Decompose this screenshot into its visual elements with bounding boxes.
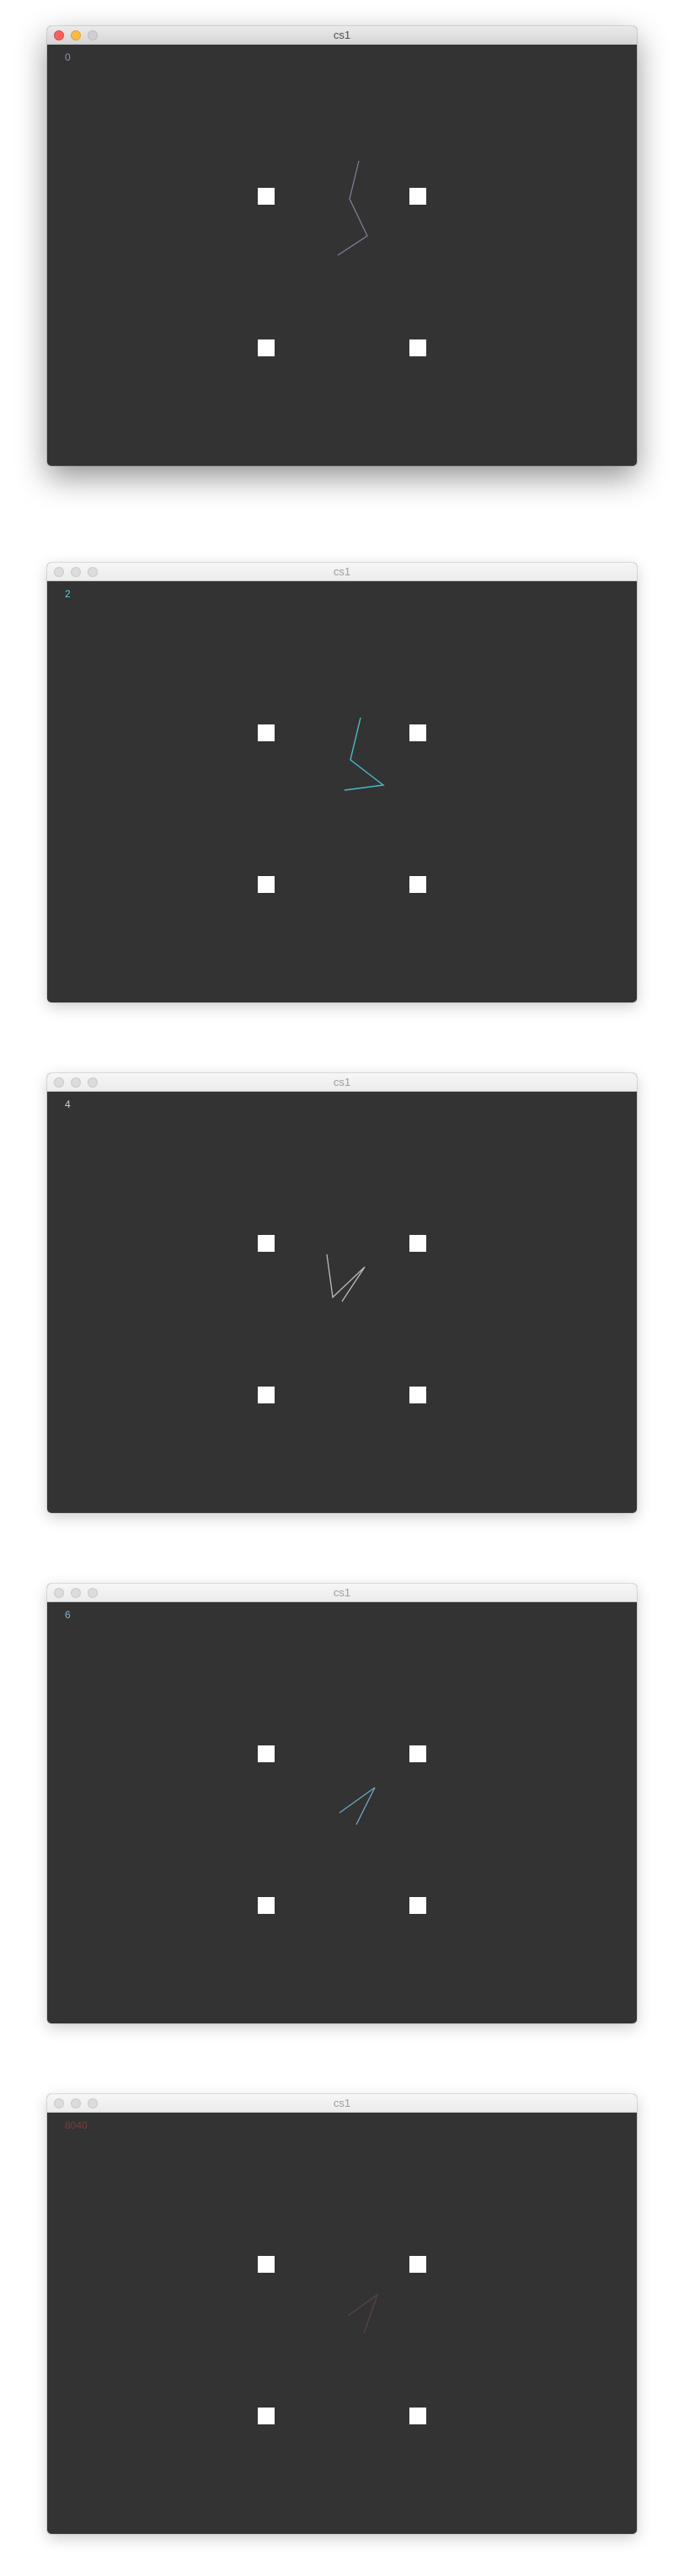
stroke-polyline	[347, 2293, 379, 2334]
stroke-drawing	[344, 717, 385, 791]
window-title: cs1	[333, 565, 351, 578]
stroke-polyline	[339, 1787, 376, 1825]
window-title: cs1	[333, 2097, 351, 2109]
drawing-canvas[interactable]: 2	[47, 581, 637, 1002]
stroke-drawing	[339, 1787, 376, 1825]
window-title: cs1	[333, 1076, 351, 1088]
app-window: cs1 8040	[47, 2094, 637, 2534]
stroke-drawing	[337, 160, 368, 256]
title-bar[interactable]: cs1	[47, 1073, 637, 1092]
drawing-canvas[interactable]: 4	[47, 1092, 637, 1513]
window-title: cs1	[333, 1586, 351, 1599]
drawing-canvas[interactable]: 8040	[47, 2113, 637, 2534]
drawing-canvas[interactable]: 6	[47, 1602, 637, 2023]
stroke-polyline	[337, 160, 368, 256]
app-window: cs1 6	[47, 1584, 637, 2023]
drawing-canvas[interactable]: 0	[47, 45, 637, 466]
title-bar[interactable]: cs1	[47, 2094, 637, 2113]
title-bar[interactable]: cs1	[47, 26, 637, 45]
stroke-polyline	[326, 1253, 366, 1302]
app-window: cs1 2	[47, 563, 637, 1002]
title-bar[interactable]: cs1	[47, 563, 637, 581]
app-window: cs1 0	[47, 26, 637, 466]
stroke-drawing	[347, 2293, 379, 2334]
stroke-drawing	[326, 1253, 366, 1302]
stroke-polyline	[344, 717, 385, 791]
window-title: cs1	[333, 29, 351, 41]
title-bar[interactable]: cs1	[47, 1584, 637, 1602]
app-window: cs1 4	[47, 1073, 637, 1513]
